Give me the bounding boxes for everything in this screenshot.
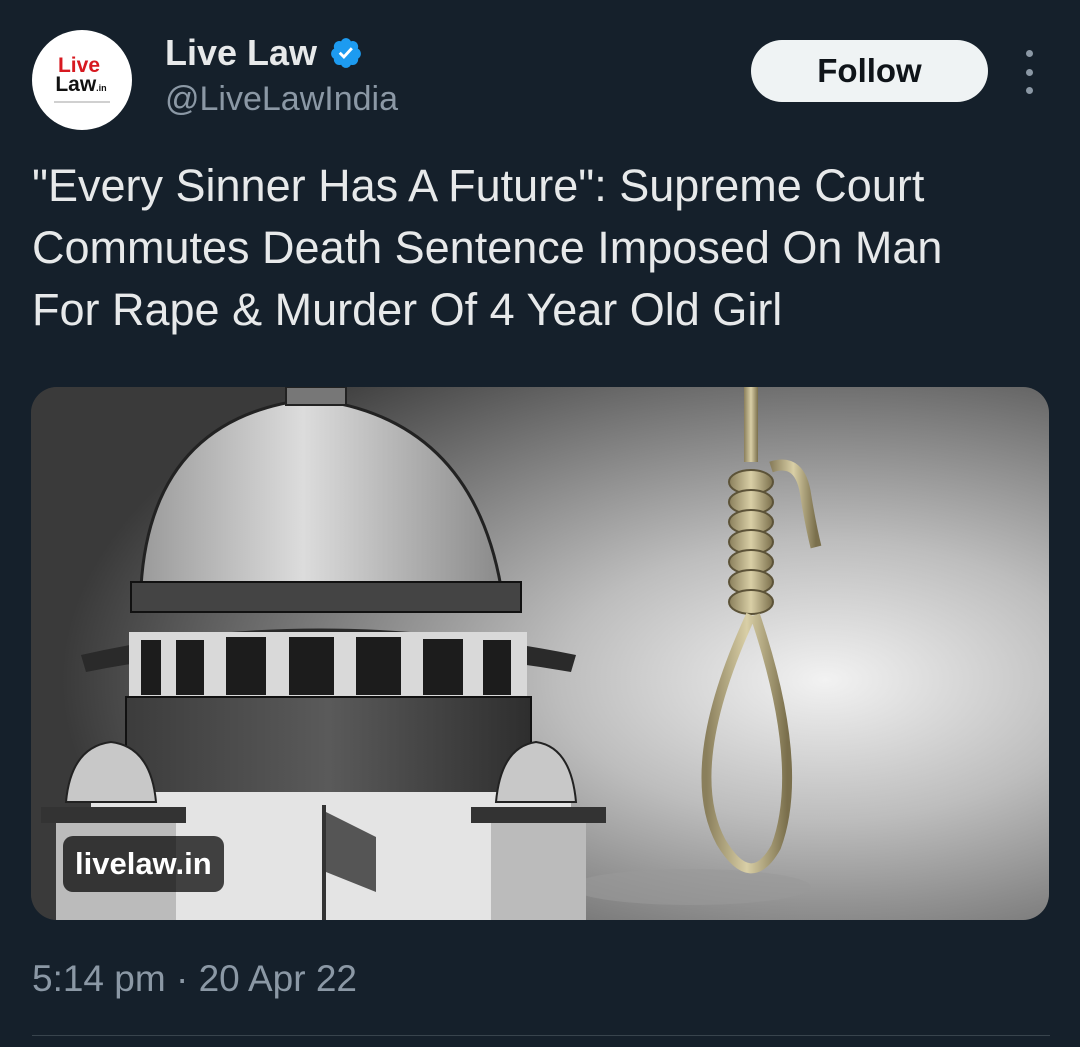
tweet-timestamp[interactable]: 5:14 pm · 20 Apr 22 bbox=[32, 958, 357, 1000]
author-name-row[interactable]: Live Law bbox=[165, 32, 363, 74]
avatar-logo-suffix: .in bbox=[96, 83, 107, 93]
more-vertical-icon[interactable] bbox=[1012, 50, 1046, 94]
more-dot bbox=[1025, 87, 1033, 94]
follow-button[interactable]: Follow bbox=[751, 40, 988, 102]
display-name[interactable]: Live Law bbox=[165, 32, 317, 74]
more-dot bbox=[1025, 68, 1033, 76]
avatar-logo-law: Law bbox=[55, 73, 97, 96]
media-source-label[interactable]: livelaw.in bbox=[63, 836, 224, 892]
avatar-logo-line2: Law.in bbox=[55, 73, 107, 98]
avatar[interactable]: Live Law.in bbox=[32, 30, 132, 130]
tweet-card: Live Law.in Live Law @LiveLawIndia Follo… bbox=[0, 0, 1080, 1047]
tweet-text: "Every Sinner Has A Future": Supreme Cou… bbox=[32, 160, 943, 335]
more-dot bbox=[1025, 50, 1033, 57]
divider bbox=[32, 1035, 1050, 1036]
author-handle[interactable]: @LiveLawIndia bbox=[165, 80, 398, 119]
verified-badge-icon bbox=[331, 38, 361, 68]
avatar-logo-tagline bbox=[54, 101, 110, 103]
